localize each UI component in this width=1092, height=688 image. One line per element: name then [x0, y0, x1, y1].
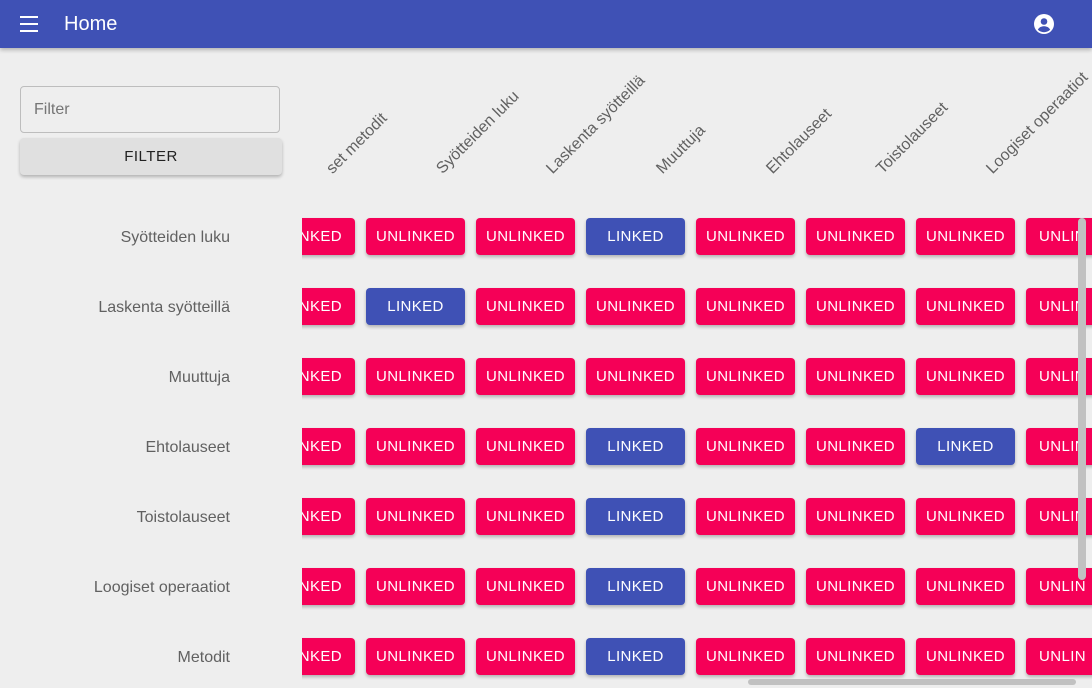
unlinked-button[interactable]: UNLINKED — [696, 498, 795, 535]
unlinked-button[interactable]: UNLINKED — [366, 568, 465, 605]
unlinked-button[interactable]: UNLINKED — [806, 498, 905, 535]
unlinked-button[interactable]: UNLINKED — [696, 638, 795, 675]
link-matrix: NKED UNLINKED UNLINKED LINKED UNLINKED UNLINK… — [302, 215, 1092, 688]
linked-button[interactable]: LINKED — [916, 428, 1015, 465]
link-toggle-button[interactable]: NKED — [302, 638, 355, 675]
row-label: Toistolauseet — [136, 509, 230, 526]
column-headers: set metodit Syötteiden luku Laskenta syött… — [302, 48, 1092, 218]
unlinked-button[interactable]: UNLINKED — [916, 218, 1015, 255]
unlinked-button[interactable]: UNLINKED — [696, 428, 795, 465]
column-header: Loogiset operaatiot — [983, 69, 1092, 178]
app-bar: Home — [0, 0, 1092, 48]
horizontal-scrollbar[interactable] — [748, 679, 1076, 685]
unlinked-button[interactable]: UNLINKED — [806, 218, 905, 255]
unlinked-button[interactable]: UNLINKED — [806, 288, 905, 325]
unlinked-button[interactable]: UNLINKED — [916, 568, 1015, 605]
filter-input[interactable] — [20, 86, 280, 133]
column-header: Muuttuja — [653, 121, 709, 178]
unlinked-button[interactable]: UNLINKED — [476, 428, 575, 465]
linked-button[interactable]: LINKED — [586, 568, 685, 605]
column-header: Laskenta syötteillä — [543, 72, 649, 178]
linked-button[interactable]: LINKED — [586, 498, 685, 535]
column-header: Syötteiden luku — [433, 87, 523, 178]
linked-button[interactable]: LINKED — [586, 638, 685, 675]
vertical-scrollbar[interactable] — [1078, 218, 1086, 580]
row-label: Metodit — [177, 649, 230, 666]
page-title: Home — [64, 13, 118, 35]
unlinked-button[interactable]: UNLINKED — [916, 358, 1015, 395]
link-toggle-button[interactable]: NKED — [302, 428, 355, 465]
row-label: Loogiset operaatiot — [93, 579, 230, 596]
unlinked-button[interactable]: UNLINKED — [586, 288, 685, 325]
account-circle-icon[interactable] — [1032, 12, 1056, 36]
unlinked-button[interactable]: UNLINKED — [806, 638, 905, 675]
linked-button[interactable]: LINKED — [586, 218, 685, 255]
row-label: Muuttuja — [168, 369, 230, 386]
unlinked-button[interactable]: UNLINKED — [476, 218, 575, 255]
unlinked-button[interactable]: UNLINKED — [366, 498, 465, 535]
unlinked-button[interactable]: UNLINKED — [916, 288, 1015, 325]
unlinked-button[interactable]: UNLINKED — [586, 358, 685, 395]
column-header: Ehtolauseet — [763, 105, 836, 178]
unlinked-button[interactable]: UNLINKED — [476, 568, 575, 605]
unlinked-button[interactable]: UNLINKED — [476, 498, 575, 535]
link-toggle-button[interactable]: NKED — [302, 358, 355, 395]
unlinked-button[interactable]: UNLINKED — [696, 288, 795, 325]
unlinked-button[interactable]: UNLINKED — [366, 638, 465, 675]
unlinked-button[interactable]: UNLINKED — [366, 218, 465, 255]
unlinked-button[interactable]: UNLINKED — [476, 288, 575, 325]
link-toggle-button[interactable]: NKED — [302, 498, 355, 535]
link-toggle-button[interactable]: UNLIN — [1026, 638, 1092, 675]
column-header: Toistolauseet — [873, 99, 952, 178]
linked-button[interactable]: LINKED — [366, 288, 465, 325]
unlinked-button[interactable]: UNLINKED — [696, 358, 795, 395]
row-label: Laskenta syötteillä — [98, 299, 230, 316]
unlinked-button[interactable]: UNLINKED — [476, 638, 575, 675]
unlinked-button[interactable]: UNLINKED — [696, 568, 795, 605]
link-toggle-button[interactable]: NKED — [302, 288, 355, 325]
unlinked-button[interactable]: UNLINKED — [476, 358, 575, 395]
row-label: Syötteiden luku — [120, 229, 230, 246]
unlinked-button[interactable]: UNLINKED — [806, 428, 905, 465]
row-label: Ehtolauseet — [145, 439, 230, 456]
link-toggle-button[interactable]: NKED — [302, 218, 355, 255]
unlinked-button[interactable]: UNLINKED — [806, 568, 905, 605]
filter-button[interactable]: FILTER — [20, 138, 282, 175]
unlinked-button[interactable]: UNLINKED — [916, 498, 1015, 535]
column-header: set metodit — [323, 109, 391, 178]
unlinked-button[interactable]: UNLINKED — [366, 358, 465, 395]
link-toggle-button[interactable]: NKED — [302, 568, 355, 605]
unlinked-button[interactable]: UNLINKED — [806, 358, 905, 395]
unlinked-button[interactable]: UNLINKED — [366, 428, 465, 465]
linked-button[interactable]: LINKED — [586, 428, 685, 465]
unlinked-button[interactable]: UNLINKED — [696, 218, 795, 255]
menu-icon[interactable] — [16, 12, 44, 36]
unlinked-button[interactable]: UNLINKED — [916, 638, 1015, 675]
